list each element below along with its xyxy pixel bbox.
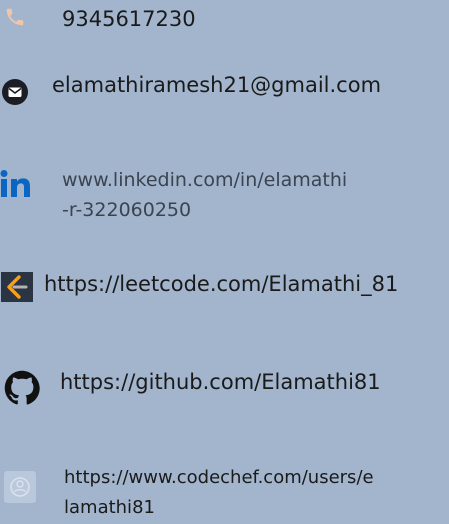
github-link[interactable]: https://github.com/Elamathi81 xyxy=(60,370,381,395)
github-icon xyxy=(4,370,40,406)
email-icon xyxy=(1,78,29,106)
leetcode-link[interactable]: https://leetcode.com/Elamathi_81 xyxy=(44,272,398,297)
contact-page: { "contacts": { "phone": { "icon": "phon… xyxy=(0,0,449,524)
email-link[interactable]: elamathiramesh21@gmail.com xyxy=(52,73,381,98)
codechef-icon xyxy=(4,471,36,503)
leetcode-icon xyxy=(1,272,33,302)
phone-icon xyxy=(4,6,26,28)
linkedin-icon xyxy=(0,169,34,199)
codechef-link[interactable]: https://www.codechef.com/users/e lamathi8… xyxy=(64,463,449,523)
linkedin-link[interactable]: www.linkedin.com/in/elamathi -r-322060250 xyxy=(62,165,402,225)
phone-number[interactable]: 9345617230 xyxy=(62,7,196,32)
